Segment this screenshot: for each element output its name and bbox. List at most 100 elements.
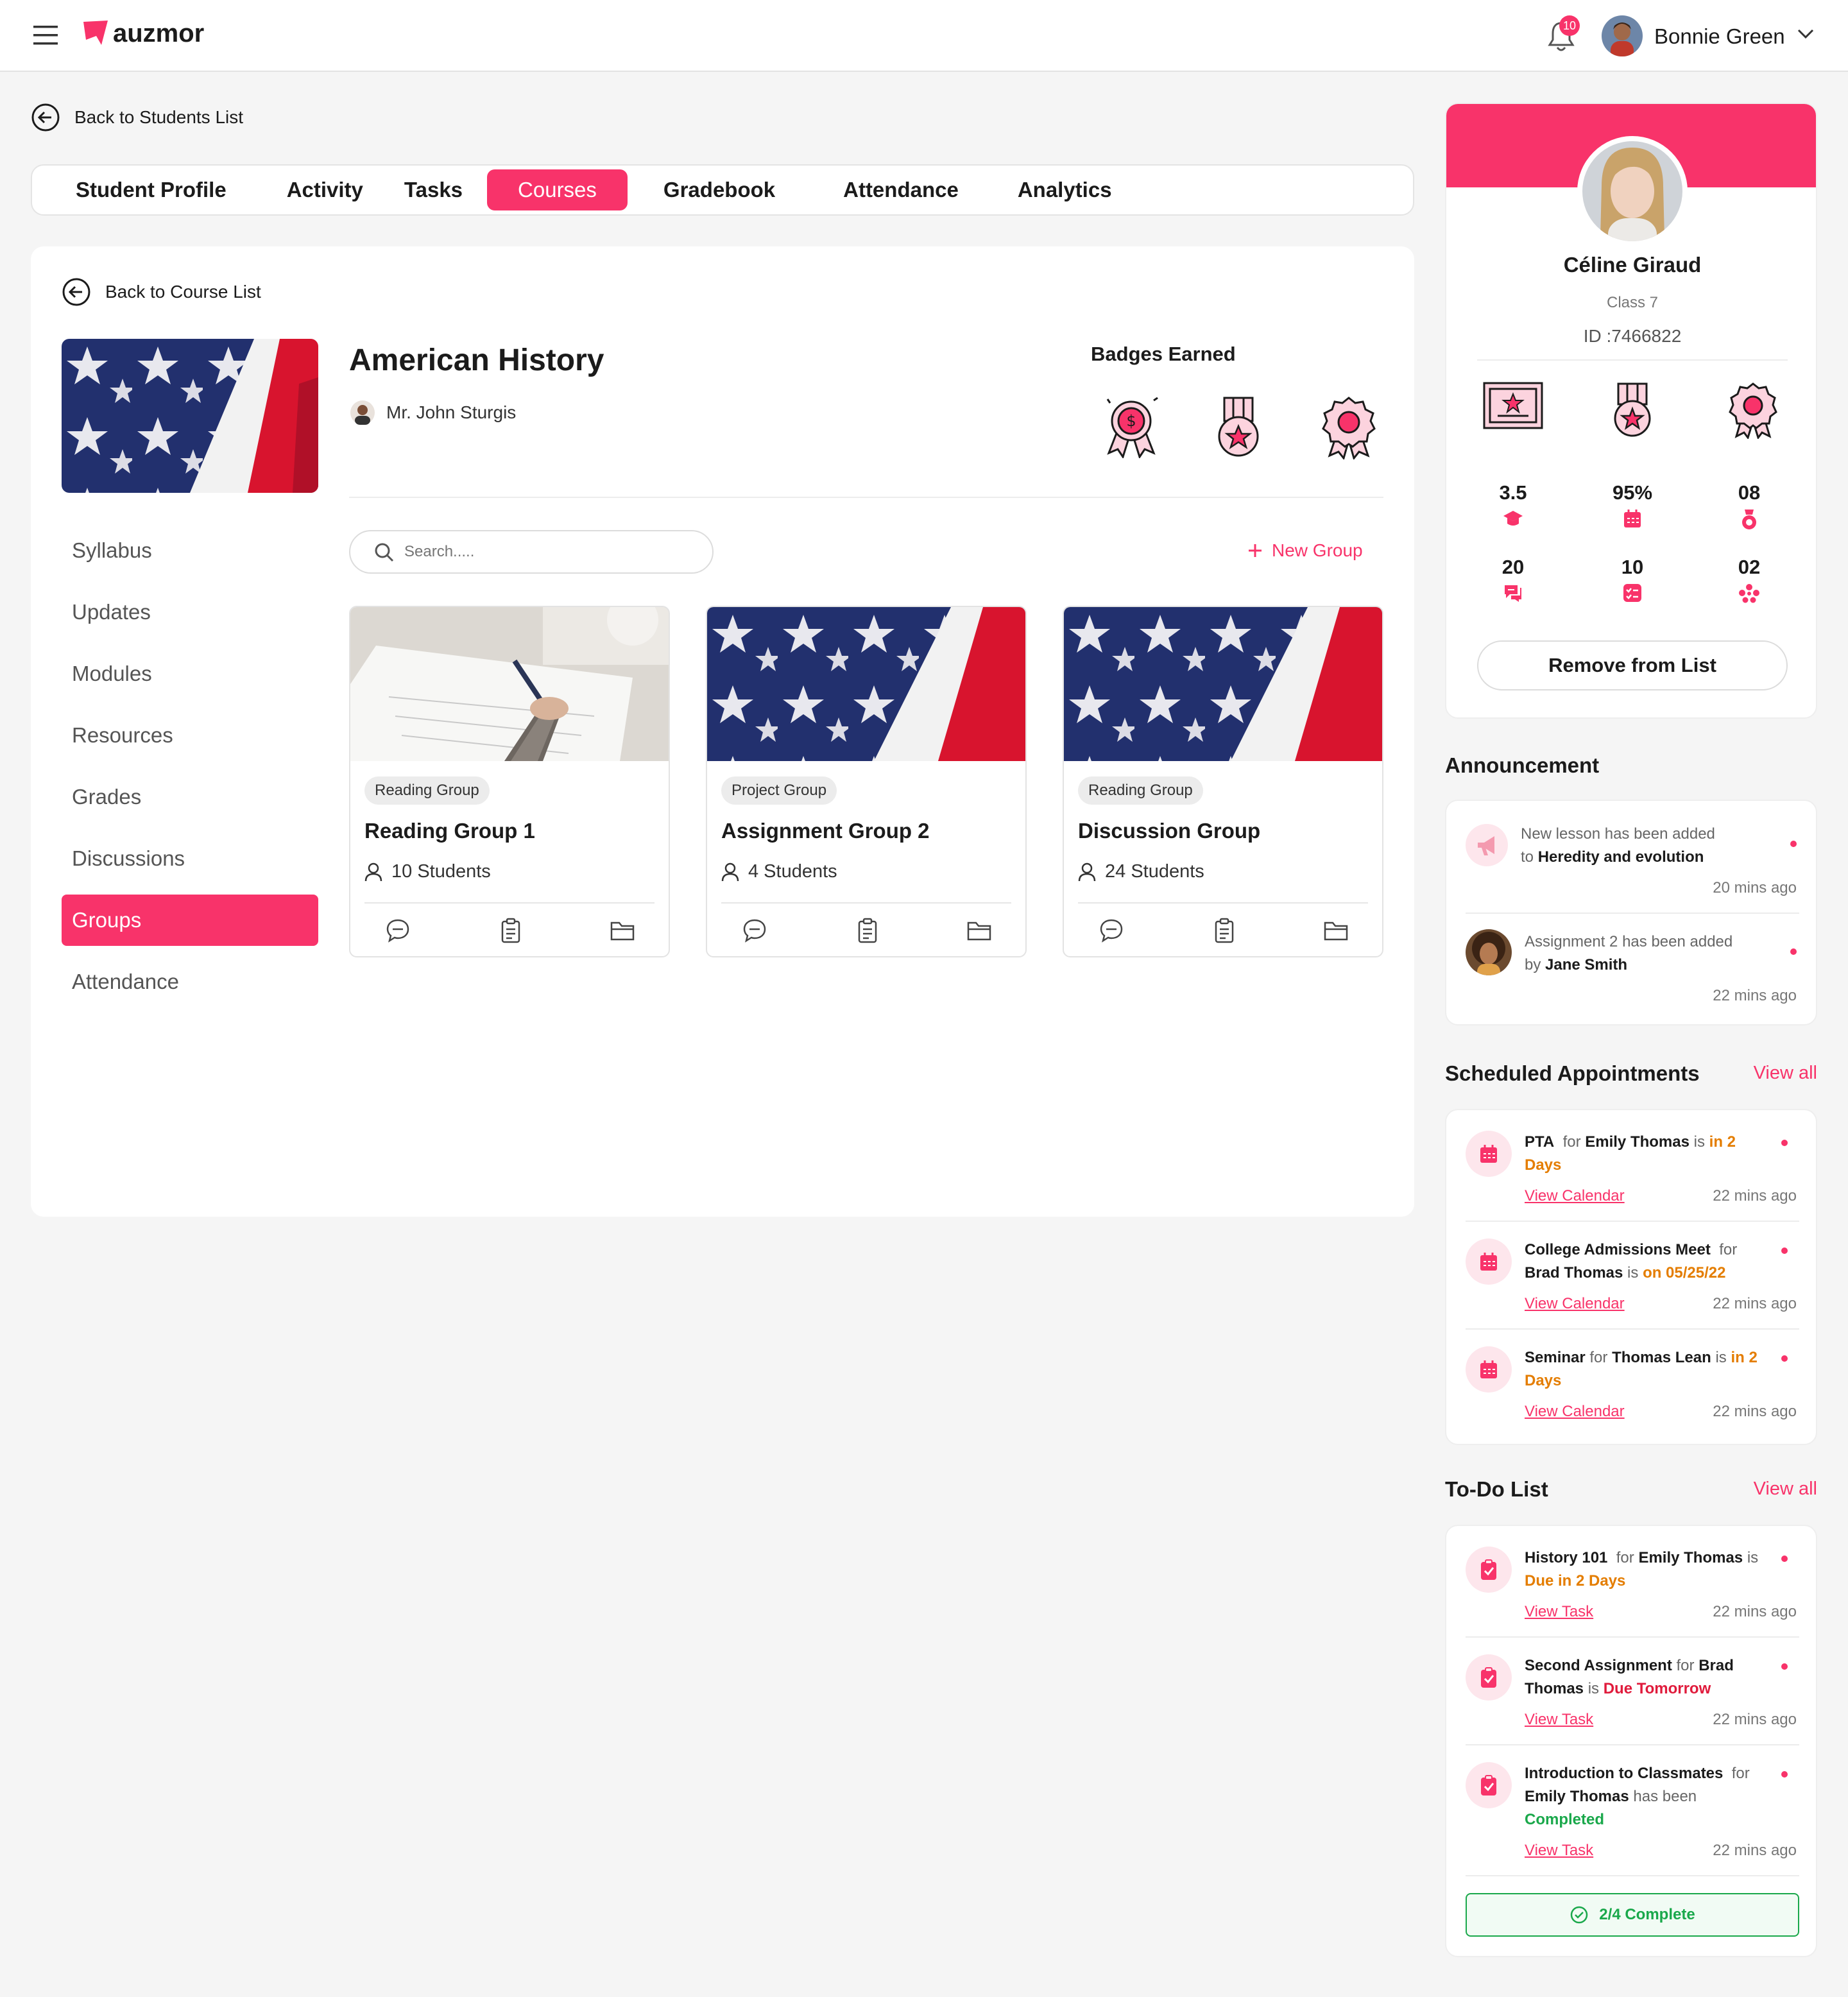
todo-connector: for (1676, 1657, 1695, 1674)
tab-analytics[interactable]: Analytics (992, 169, 1138, 210)
course-title: American History (349, 343, 604, 377)
timestamp: 22 mins ago (1713, 1842, 1797, 1859)
dollar-ribbon-badge-icon: $ (1102, 394, 1160, 458)
student-id: ID :7466822 (1583, 326, 1682, 346)
view-task-link[interactable]: View Task (1525, 1842, 1593, 1860)
view-calendar-link[interactable]: View Calendar (1525, 1295, 1625, 1313)
announcement-connector: by (1525, 956, 1541, 973)
remove-from-list-button[interactable]: Remove from List (1477, 640, 1788, 690)
appointment-connector: is (1627, 1264, 1639, 1281)
new-group-label: New Group (1272, 540, 1363, 560)
tab-gradebook[interactable]: Gradebook (628, 169, 810, 210)
sidebar-item-syllabus[interactable]: Syllabus (62, 525, 318, 576)
group-student-count: 4 Students (721, 861, 837, 882)
back-to-students-link[interactable]: Back to Students List (31, 103, 243, 132)
view-calendar-link[interactable]: View Calendar (1525, 1403, 1625, 1421)
checklist-icon (1594, 583, 1671, 603)
stat-value: 02 (1738, 556, 1761, 578)
todo-view-all-link[interactable]: View all (1754, 1478, 1817, 1500)
group-type-tag: Reading Group (364, 776, 490, 805)
jane-smith-avatar (1466, 929, 1512, 975)
todo-item[interactable]: Second Assignment for Brad Thomas is Due… (1525, 1654, 1756, 1701)
clipboard-icon[interactable] (1211, 918, 1237, 943)
todo-status: Due Tomorrow (1603, 1680, 1711, 1697)
divider (1466, 1636, 1799, 1638)
appointment-event: College Admissions Meet (1525, 1241, 1711, 1258)
group-type-tag: Project Group (721, 776, 837, 805)
sidebar-item-grades[interactable]: Grades (62, 771, 318, 823)
appointments-view-all-link[interactable]: View all (1754, 1063, 1817, 1084)
group-card[interactable]: Reading Group Discussion Group 24 Studen… (1063, 606, 1383, 957)
divider (1078, 902, 1368, 904)
appointment-connector: for (1589, 1349, 1608, 1366)
clipboard-icon[interactable] (498, 918, 524, 943)
view-task-link[interactable]: View Task (1525, 1603, 1593, 1621)
tab-tasks[interactable]: Tasks (388, 169, 487, 210)
tab-student-profile[interactable]: Student Profile (40, 169, 262, 210)
sidebar-item-attendance[interactable]: Attendance (62, 956, 318, 1007)
flag-image (1064, 607, 1382, 761)
todo-item[interactable]: Introduction to Classmates for Emily Tho… (1525, 1762, 1768, 1831)
tab-activity[interactable]: Activity (262, 169, 388, 210)
course-teacher: Mr. John Sturgis (350, 400, 516, 425)
student-profile-card: Céline Giraud Class 7 ID :7466822 3.5 95… (1445, 103, 1817, 719)
stat-attendance: 95% (1594, 481, 1671, 529)
announcement-item[interactable]: New lesson has been added to Heredity and… (1521, 823, 1765, 869)
sidebar-item-groups[interactable]: Groups (62, 895, 318, 946)
appointment-connector: is (1715, 1349, 1727, 1366)
appointment-item[interactable]: PTA for Emily Thomas is in 2 Days (1525, 1131, 1756, 1177)
announcement-subject: Jane Smith (1545, 956, 1628, 973)
stat-value: 20 (1502, 556, 1525, 578)
user-avatar[interactable] (1602, 15, 1643, 56)
unread-dot (1781, 1355, 1788, 1362)
back-to-course-list-link[interactable]: Back to Course List (62, 277, 261, 307)
chat-icon[interactable] (385, 918, 411, 943)
divider (1466, 1328, 1799, 1330)
clipboard-icon[interactable] (855, 918, 880, 943)
hamburger-menu-icon[interactable] (33, 26, 58, 45)
timestamp: 22 mins ago (1713, 1295, 1797, 1312)
student-count-label: 24 Students (1105, 861, 1204, 882)
chevron-down-icon[interactable] (1797, 28, 1815, 40)
group-title: Reading Group 1 (364, 819, 535, 843)
todo-title: To-Do List (1445, 1477, 1548, 1501)
appointment-item[interactable]: College Admissions Meet for Brad Thomas … (1525, 1238, 1756, 1285)
medal-icon (1711, 508, 1788, 530)
top-bar: auzmor 10 Bonnie Green (0, 0, 1848, 72)
sidebar-item-updates[interactable]: Updates (62, 587, 318, 638)
appointment-person: Brad Thomas (1525, 1264, 1623, 1281)
new-group-button[interactable]: New Group (1247, 540, 1363, 561)
task-clipboard-icon (1466, 1547, 1512, 1593)
tab-attendance[interactable]: Attendance (810, 169, 992, 210)
sidebar-item-discussions[interactable]: Discussions (62, 833, 318, 884)
timestamp: 22 mins ago (1713, 987, 1797, 1004)
sidebar-item-resources[interactable]: Resources (62, 710, 318, 761)
plus-icon (1247, 543, 1263, 558)
view-task-link[interactable]: View Task (1525, 1711, 1593, 1729)
group-card[interactable]: Reading Group Reading Group 1 10 Student… (349, 606, 670, 957)
user-name[interactable]: Bonnie Green (1654, 24, 1785, 49)
folder-icon[interactable] (610, 918, 635, 943)
chat-bubbles-icon (1475, 583, 1552, 603)
back-to-students-label: Back to Students List (74, 107, 244, 127)
todo-item[interactable]: History 101 for Emily Thomas is Due in 2… (1525, 1547, 1768, 1593)
search-input[interactable] (404, 543, 687, 561)
folder-icon[interactable] (1323, 918, 1349, 943)
chat-icon[interactable] (742, 918, 767, 943)
folder-icon[interactable] (966, 918, 992, 943)
sidebar-item-modules[interactable]: Modules (62, 648, 318, 699)
view-calendar-link[interactable]: View Calendar (1525, 1187, 1625, 1205)
announcement-item[interactable]: Assignment 2 has been added by Jane Smith (1525, 930, 1768, 977)
todo-connector: for (1616, 1549, 1634, 1566)
search-box[interactable] (349, 530, 714, 574)
todo-connector: for (1731, 1765, 1750, 1782)
todo-status: Due in 2 Days (1525, 1572, 1626, 1590)
chat-icon[interactable] (1099, 918, 1124, 943)
student-count-label: 4 Students (748, 861, 837, 882)
check-circle-icon (1570, 1905, 1589, 1924)
timestamp: 22 mins ago (1713, 1403, 1797, 1420)
calendar-icon (1466, 1131, 1512, 1177)
tab-courses[interactable]: Courses (487, 169, 628, 210)
group-card[interactable]: Project Group Assignment Group 2 4 Stude… (706, 606, 1027, 957)
appointment-item[interactable]: Seminar for Thomas Lean is in 2 Days (1525, 1346, 1768, 1393)
